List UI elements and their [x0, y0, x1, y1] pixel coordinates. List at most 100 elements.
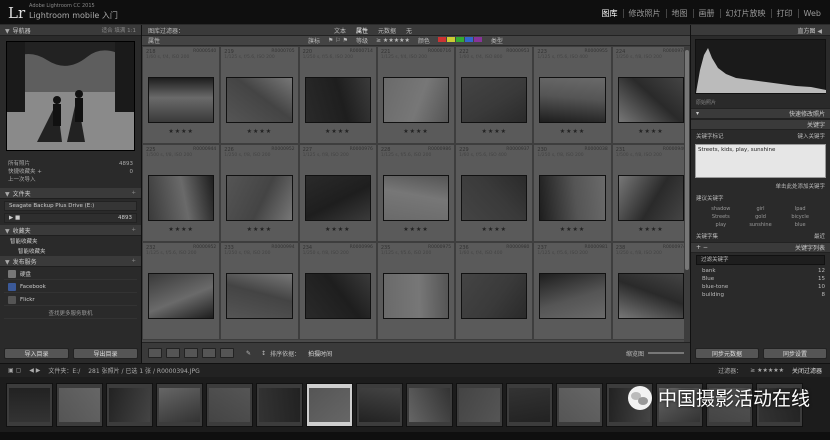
collections-header[interactable]: ▼ 收藏夹 +	[0, 225, 141, 236]
grid-cell[interactable]: 233 R0000994 1/250 s, f/8, ISO 200	[220, 242, 299, 340]
cell-thumbnail[interactable]	[304, 77, 371, 123]
grid-cell[interactable]: 223 R0000955 1/125 s, f/5.6, ISO 400 ★★★★	[533, 46, 612, 144]
grid-cell[interactable]: 232 R0000952 1/125 s, f/5.6, ISO 200	[142, 242, 221, 340]
module-book[interactable]: 画册	[694, 9, 721, 18]
filmstrip-thumbnail[interactable]	[306, 382, 353, 427]
cell-rating[interactable]: ★★★★	[378, 128, 454, 135]
grid-cell[interactable]: 220 R0000714 1/250 s, f/5.6, ISO 200 ★★★★	[298, 46, 377, 144]
filmstrip-thumbnail[interactable]	[356, 382, 403, 427]
catalog-row[interactable]: 上一次导入	[8, 176, 133, 184]
cell-rating[interactable]: ★★★★	[221, 128, 297, 135]
module-map[interactable]: 地图	[667, 9, 694, 18]
cell-thumbnail[interactable]	[382, 175, 450, 221]
rating-stars[interactable]: ≥ ★★★★★	[376, 37, 410, 44]
cell-thumbnail[interactable]	[382, 77, 450, 123]
cell-rating[interactable]: ★★★★	[456, 128, 532, 135]
folder-expand-icon[interactable]: ▶ ■	[9, 215, 20, 221]
grid-cell[interactable]: 225 R0000944 1/500 s, f/8, ISO 200 ★★★★	[142, 144, 221, 242]
publish-header[interactable]: ▼ 发布服务 +	[0, 256, 141, 267]
module-print[interactable]: 打印	[772, 9, 799, 18]
cell-thumbnail[interactable]	[304, 273, 371, 319]
keywording-header[interactable]: 关键字	[691, 119, 830, 130]
grid-cell[interactable]: 226 R0000952 1/250 s, f/8, ISO 200 ★★★★	[220, 144, 299, 242]
export-button[interactable]: 导出目录	[73, 348, 138, 359]
sync-settings-button[interactable]: 同步设置	[763, 348, 827, 359]
compare-view-button[interactable]	[184, 348, 198, 358]
publish-facebook[interactable]: Facebook	[4, 282, 137, 293]
filmstrip-scrollbar[interactable]	[0, 432, 830, 440]
folder-drive[interactable]: Seagate Backup Plus Drive (E:)	[4, 201, 137, 211]
flag-filter[interactable]: 旗标	[308, 36, 320, 45]
grid-cell[interactable]: 235 R0000975 1/125 s, f/5.6, ISO 200	[376, 242, 456, 340]
grid-cell[interactable]: 228 R0000986 1/125 s, f/5.6, ISO 200 ★★★★	[376, 144, 456, 242]
people-view-button[interactable]	[220, 348, 234, 358]
filter-off-select[interactable]: 关闭过滤器	[792, 366, 822, 375]
grid-cell[interactable]: 219 R0000705 1/125 s, f/5.6, ISO 200 ★★★★	[220, 46, 299, 144]
suggestion-item[interactable]: Streets	[701, 214, 741, 220]
filmstrip-thumbnail[interactable]	[6, 382, 53, 427]
grid-cell[interactable]: 236 R0000980 1/60 s, f/4, ISO 400	[455, 242, 534, 340]
module-web[interactable]: Web	[799, 9, 826, 18]
cell-thumbnail[interactable]	[226, 77, 293, 123]
cell-rating[interactable]: ★★★★	[300, 226, 376, 233]
cell-rating[interactable]: ★★★★	[613, 128, 689, 135]
rating-filter[interactable]: 等级	[356, 36, 368, 45]
cell-thumbnail[interactable]	[617, 175, 684, 221]
suggestion-item[interactable]: play	[701, 222, 741, 228]
filmstrip-source[interactable]: 文件夹：E:/	[48, 366, 80, 375]
grid-cell[interactable]: 238 R0000974 1/250 s, f/8, ISO 200	[611, 242, 690, 340]
keywords-textarea[interactable]: Streets, kids, play, sunshine	[695, 144, 826, 178]
filmstrip-thumbnail[interactable]	[106, 382, 153, 427]
cell-rating[interactable]: ★★★★	[221, 226, 297, 233]
keyword-list-header[interactable]: + − 关键字列表	[691, 242, 830, 253]
import-button[interactable]: 导入目录	[4, 348, 69, 359]
filmstrip-thumbnail[interactable]	[506, 382, 553, 427]
filmstrip-thumbnail[interactable]	[156, 382, 203, 427]
keyword-list-item[interactable]: blue-tone 10	[696, 283, 825, 291]
quick-develop-header[interactable]: ▾ 快速修改照片	[691, 108, 830, 119]
catalog-row[interactable]: 所有照片 4893	[8, 160, 133, 168]
keyword-tags-select[interactable]: 键入关键字	[797, 132, 825, 140]
painter-icon[interactable]: ✎	[246, 350, 251, 357]
screen-buttons[interactable]: ▣ ▢	[8, 367, 21, 374]
cell-thumbnail[interactable]	[148, 175, 215, 221]
filmstrip-thumbnail[interactable]	[406, 382, 453, 427]
cell-rating[interactable]: ★★★★	[300, 128, 376, 135]
suggestion-item[interactable]: sunshine	[741, 222, 781, 228]
sync-metadata-button[interactable]: 同步元数据	[695, 348, 759, 359]
cell-thumbnail[interactable]	[226, 175, 293, 221]
cell-thumbnail[interactable]	[617, 77, 684, 123]
thumbnail-size-slider[interactable]	[648, 352, 684, 354]
grid-view-button[interactable]	[148, 348, 162, 358]
filter-tab-attribute[interactable]: 属性	[356, 26, 368, 35]
filmstrip-rating[interactable]: ≥ ★★★★★	[750, 367, 784, 374]
navigator-header[interactable]: ▼ 导航器 适合 填满 1:1	[0, 25, 141, 36]
cell-thumbnail[interactable]	[148, 273, 215, 319]
color-filter[interactable]: 颜色	[418, 36, 430, 45]
suggestion-item[interactable]: bicycle	[780, 214, 820, 220]
quick-develop-select[interactable]: ▾	[696, 110, 699, 117]
filmstrip-thumbnail[interactable]	[456, 382, 503, 427]
catalog-row[interactable]: 快捷收藏夹 +0	[8, 168, 133, 176]
add-service-icon[interactable]: +	[131, 258, 136, 264]
cell-thumbnail[interactable]	[461, 175, 528, 221]
grid-cell[interactable]: 231 R0000940 1/500 s, f/8, ISO 200 ★★★★	[611, 144, 690, 242]
suggestion-item[interactable]: shadow	[701, 206, 741, 212]
grid-cell[interactable]: 230 R0000038 1/250 s, f/8, ISO 200 ★★★★	[533, 144, 612, 242]
cell-thumbnail[interactable]	[539, 273, 606, 319]
histogram-header[interactable]: 直方图 ◀	[691, 25, 830, 36]
publish-flickr[interactable]: Flickr	[4, 295, 137, 306]
module-library[interactable]: 图库	[597, 9, 624, 18]
grid-cell[interactable]: 224 R0000974 1/250 s, f/8, ISO 200 ★★★★	[611, 46, 690, 144]
cell-thumbnail[interactable]	[617, 273, 684, 319]
folders-header[interactable]: ▼ 文件夹 +	[0, 188, 141, 199]
find-more-services[interactable]: 查找更多服务联机	[4, 308, 137, 319]
cell-rating[interactable]: ★★★★	[143, 128, 219, 135]
grid-cell[interactable]: 222 R0000953 1/60 s, f/4, ISO 800 ★★★★	[455, 46, 534, 144]
loupe-view-button[interactable]	[166, 348, 180, 358]
keyword-filter-input[interactable]: 过滤关键字	[696, 255, 825, 265]
color-swatches[interactable]	[437, 37, 483, 44]
grid-cell[interactable]: 229 R0000937 1/60 s, f/5.6, ISO 400 ★★★★	[455, 144, 534, 242]
flag-icons[interactable]: ⚑ ⚐ ⚑	[328, 37, 348, 44]
cell-thumbnail[interactable]	[304, 175, 371, 221]
